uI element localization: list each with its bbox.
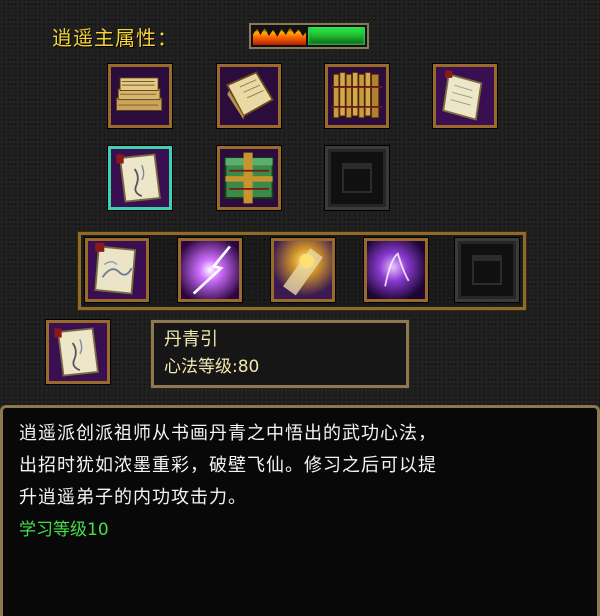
skill-slot-manual[interactable] bbox=[217, 64, 281, 128]
skill-slot-paper-scroll[interactable] bbox=[433, 64, 497, 128]
learn-level-requirement: 学习等级10 bbox=[19, 520, 109, 540]
empty-skill-slot[interactable] bbox=[325, 146, 389, 210]
manual-icon bbox=[220, 67, 278, 125]
description-line: 出招时犹如浓墨重彩，破壁飞仙。修习之后可以提 bbox=[19, 455, 437, 476]
skill-slot-ink-scroll[interactable] bbox=[108, 146, 172, 210]
description-line: 逍遥派创派祖师从书画丹青之中悟出的武功心法， bbox=[19, 423, 437, 444]
paper-scroll-icon bbox=[436, 67, 494, 125]
purple-flash-icon bbox=[181, 241, 239, 299]
selected-skill-icon bbox=[46, 320, 110, 384]
description-line: 升逍遥弟子的内功攻击力。 bbox=[19, 487, 247, 508]
empty-skill-slot[interactable] bbox=[455, 238, 519, 302]
skill-slot-violet-aura[interactable] bbox=[364, 238, 428, 302]
fire-attribute-fill bbox=[253, 27, 306, 45]
attribute-bar bbox=[249, 23, 369, 49]
attribute-title: 逍遥主属性： bbox=[52, 26, 178, 50]
skill-info-box: 丹青引 心法等级:80 bbox=[150, 319, 410, 389]
tied-book-icon bbox=[220, 149, 278, 207]
golden-burst-icon bbox=[274, 241, 332, 299]
skill-slot-golden-burst[interactable] bbox=[271, 238, 335, 302]
skill-slot-purple-flash[interactable] bbox=[178, 238, 242, 302]
ink-scroll-icon bbox=[111, 149, 169, 207]
skill-slot-book-stack[interactable] bbox=[108, 64, 172, 128]
skill-name: 丹青引 bbox=[164, 329, 218, 350]
painting-scroll-icon bbox=[88, 241, 146, 299]
skill-slot-bamboo-scroll[interactable] bbox=[325, 64, 389, 128]
ink-scroll-icon bbox=[49, 323, 107, 381]
violet-aura-icon bbox=[367, 241, 425, 299]
skill-description-panel: 逍遥派创派祖师从书画丹青之中悟出的武功心法， 出招时犹如浓墨重彩，破壁飞仙。修习… bbox=[0, 405, 600, 616]
wood-attribute-fill bbox=[308, 27, 365, 45]
book-stack-icon bbox=[111, 67, 169, 125]
bamboo-scroll-icon bbox=[328, 67, 386, 125]
skill-slot-tied-book[interactable] bbox=[217, 146, 281, 210]
skill-slot-painting-scroll[interactable] bbox=[85, 238, 149, 302]
skill-level: 心法等级:80 bbox=[164, 357, 260, 377]
